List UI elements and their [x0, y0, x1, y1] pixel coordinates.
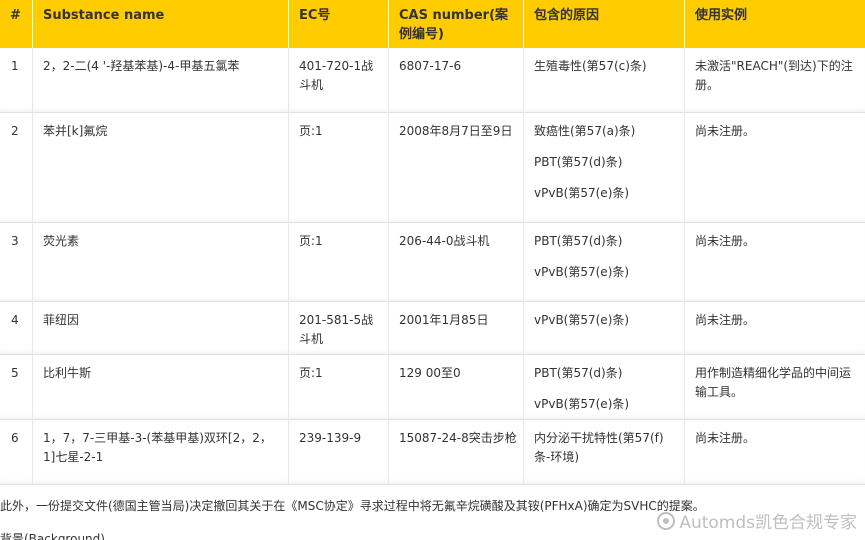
cell-substance-name: 苯并[k]氟烷: [33, 113, 289, 223]
cell-num: 5: [0, 355, 33, 420]
cell-num: 4: [0, 302, 33, 355]
cell-reason: 生殖毒性(第57(c)条): [524, 48, 685, 113]
cell-num: 6: [0, 420, 33, 485]
table-header-row: # Substance name EC号 CAS number(案例编号) 包含…: [0, 0, 865, 48]
next-section-heading: 背景(Background): [0, 532, 105, 540]
cell-use-example: 尚未注册。: [685, 223, 865, 302]
reason-item: vPvB(第57(e)条): [534, 313, 630, 327]
cell-substance-name: 2，2-二(4 '-羟基苯基)-4-甲基五氯苯: [33, 48, 289, 113]
cell-substance-name: 比利牛斯: [33, 355, 289, 420]
header-substance-name: Substance name: [33, 0, 289, 48]
table-row: 2 苯并[k]氟烷 页:1 2008年8月7日至9日 致癌性(第57(a)条) …: [0, 113, 865, 223]
cell-substance-name: 1，7，7-三甲基-3-(苯基甲基)双环[2，2，1]七星-2-1: [33, 420, 289, 485]
watermark: Automds凯色合规专家: [657, 508, 857, 533]
cell-cas-number: 2001年1月85日: [389, 302, 524, 355]
reason-item: 生殖毒性(第57(c)条): [534, 59, 647, 73]
header-num: #: [0, 0, 33, 48]
reason-item: PBT(第57(d)条): [534, 234, 623, 248]
cell-use-example: 用作制造精细化学品的中间运输工具。: [685, 355, 865, 420]
table-row: 6 1，7，7-三甲基-3-(苯基甲基)双环[2，2，1]七星-2-1 239-…: [0, 420, 865, 485]
cell-ec-number: 页:1: [289, 223, 389, 302]
reason-item: vPvB(第57(e)条): [534, 186, 630, 200]
cell-num: 2: [0, 113, 33, 223]
table-row: 4 菲纽因 201-581-5战斗机 2001年1月85日 vPvB(第57(e…: [0, 302, 865, 355]
cell-cas-number: 2008年8月7日至9日: [389, 113, 524, 223]
cell-ec-number: 201-581-5战斗机: [289, 302, 389, 355]
cell-use-example: 尚未注册。: [685, 420, 865, 485]
reason-item: vPvB(第57(e)条): [534, 397, 630, 411]
cell-reason: PBT(第57(d)条) vPvB(第57(e)条): [524, 355, 685, 420]
cell-substance-name: 菲纽因: [33, 302, 289, 355]
cell-reason: 内分泌干扰特性(第57(f)条-环境): [524, 420, 685, 485]
cell-use-example: 尚未注册。: [685, 113, 865, 223]
cell-ec-number: 页:1: [289, 355, 389, 420]
weibo-icon: [657, 511, 676, 530]
header-ec-number: EC号: [289, 0, 389, 48]
reason-item: 内分泌干扰特性(第57(f)条-环境): [534, 431, 664, 464]
header-reason: 包含的原因: [524, 0, 685, 48]
watermark-text: Automds凯色合规专家: [679, 513, 857, 533]
cell-cas-number: 206-44-0战斗机: [389, 223, 524, 302]
cell-ec-number: 页:1: [289, 113, 389, 223]
page: # Substance name EC号 CAS number(案例编号) 包含…: [0, 0, 865, 540]
reason-item: 致癌性(第57(a)条): [534, 124, 636, 138]
cell-cas-number: 15087-24-8突击步枪: [389, 420, 524, 485]
cell-ec-number: 401-720-1战斗机: [289, 48, 389, 113]
table-row: 5 比利牛斯 页:1 129 00至0 PBT(第57(d)条) vPvB(第5…: [0, 355, 865, 420]
table-row: 3 荧光素 页:1 206-44-0战斗机 PBT(第57(d)条) vPvB(…: [0, 223, 865, 302]
cell-num: 3: [0, 223, 33, 302]
reason-item: PBT(第57(d)条): [534, 155, 623, 169]
reason-item: vPvB(第57(e)条): [534, 265, 630, 279]
header-use-example: 使用实例: [685, 0, 865, 48]
cell-reason: 致癌性(第57(a)条) PBT(第57(d)条) vPvB(第57(e)条): [524, 113, 685, 223]
table-row: 1 2，2-二(4 '-羟基苯基)-4-甲基五氯苯 401-720-1战斗机 6…: [0, 48, 865, 113]
cell-use-example: 未激活"REACH"(到达)下的注册。: [685, 48, 865, 113]
cell-reason: PBT(第57(d)条) vPvB(第57(e)条): [524, 223, 685, 302]
cell-ec-number: 239-139-9: [289, 420, 389, 485]
reason-item: PBT(第57(d)条): [534, 366, 623, 380]
cell-num: 1: [0, 48, 33, 113]
cell-reason: vPvB(第57(e)条): [524, 302, 685, 355]
cell-substance-name: 荧光素: [33, 223, 289, 302]
header-cas-number: CAS number(案例编号): [389, 0, 524, 48]
cell-cas-number: 6807-17-6: [389, 48, 524, 113]
cell-use-example: 尚未注册。: [685, 302, 865, 355]
svhc-table: # Substance name EC号 CAS number(案例编号) 包含…: [0, 0, 865, 485]
cell-cas-number: 129 00至0: [389, 355, 524, 420]
